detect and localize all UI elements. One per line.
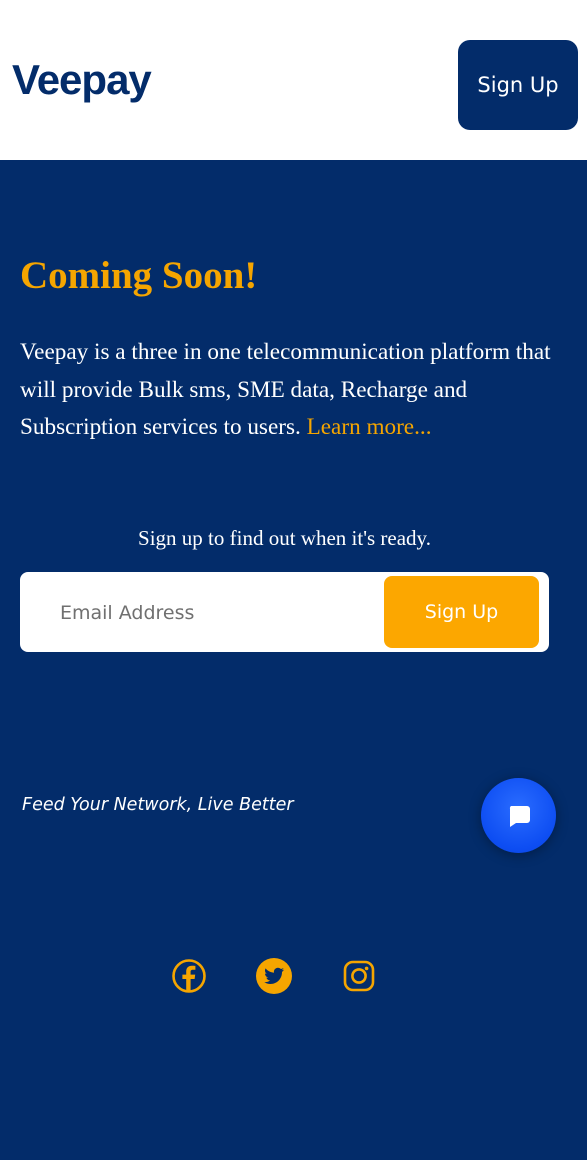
hero-description-text: Veepay is a three in one telecommunicati… (20, 339, 551, 440)
signup-prompt: Sign up to find out when it's ready. (138, 526, 431, 550)
chat-button[interactable] (481, 778, 556, 853)
page-title: Coming Soon! (20, 254, 258, 297)
instagram-icon (343, 960, 375, 992)
hero-description: Veepay is a three in one telecommunicati… (20, 334, 560, 447)
twitter-icon (256, 958, 292, 994)
instagram-link[interactable] (340, 957, 378, 995)
twitter-link[interactable] (255, 957, 293, 995)
veepay-logo-mark: Veepay (12, 58, 153, 103)
signup-submit-button[interactable]: Sign Up (384, 576, 539, 648)
email-field[interactable] (58, 590, 382, 636)
facebook-icon (172, 959, 206, 993)
logo-wordmark: Veepay (12, 58, 152, 103)
site-header: Veepay Sign Up (0, 0, 587, 160)
learn-more-link[interactable]: Learn more... (307, 414, 432, 440)
tagline: Feed Your Network, Live Better (22, 795, 294, 815)
header-signup-button[interactable]: Sign Up (458, 40, 578, 130)
veepay-logo[interactable]: Veepay (12, 58, 176, 108)
chat-bubble-icon (509, 805, 530, 827)
facebook-link[interactable] (170, 957, 208, 995)
signup-form: Sign Up (20, 572, 549, 652)
